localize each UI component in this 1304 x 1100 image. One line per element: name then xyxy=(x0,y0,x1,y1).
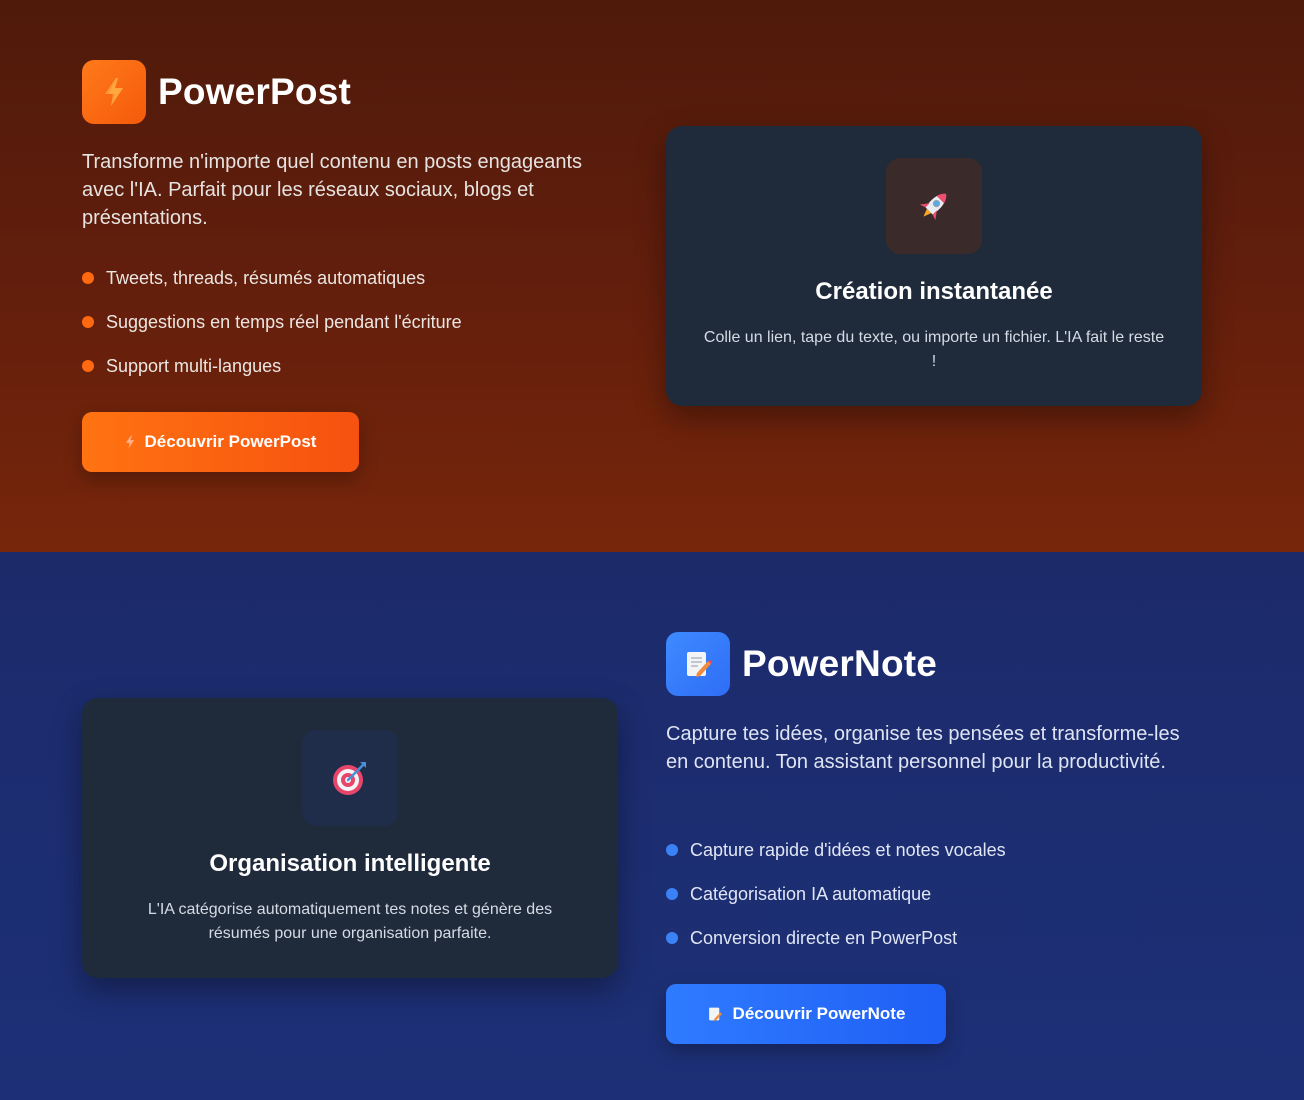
bullet-dot-icon xyxy=(666,932,678,944)
feature-item: Conversion directe en PowerPost xyxy=(666,916,1006,960)
feature-item: Support multi-langues xyxy=(82,344,462,388)
powernote-feature-list: Capture rapide d'idées et notes vocales … xyxy=(666,828,1006,960)
feature-item: Suggestions en temps réel pendant l'écri… xyxy=(82,300,462,344)
card-title: Organisation intelligente xyxy=(209,850,491,877)
card-title: Création instantanée xyxy=(815,278,1053,305)
feature-card-instant-creation: Création instantanée Colle un lien, tape… xyxy=(666,126,1202,406)
powernote-brand: PowerNote xyxy=(666,632,937,696)
powernote-description: Capture tes idées, organise tes pensées … xyxy=(666,723,1180,773)
feature-label: Catégorisation IA automatique xyxy=(690,883,932,904)
cta-label: Découvrir PowerPost xyxy=(144,432,317,451)
feature-card-smart-organization: Organisation intelligente L'IA catégoris… xyxy=(82,698,618,978)
card-text: Colle un lien, tape du texte, ou importe… xyxy=(703,329,1165,370)
lightning-icon xyxy=(125,435,135,449)
bullet-dot-icon xyxy=(82,272,94,284)
memo-icon xyxy=(707,1005,723,1023)
lightning-icon xyxy=(82,60,146,124)
powerpost-title: PowerPost xyxy=(158,71,352,112)
powernote-title: PowerNote xyxy=(742,643,938,684)
feature-item: Capture rapide d'idées et notes vocales xyxy=(666,828,1006,872)
feature-item: Catégorisation IA automatique xyxy=(666,872,1006,916)
bullet-dot-icon xyxy=(666,844,678,856)
rocket-icon xyxy=(886,158,982,254)
feature-item: Tweets, threads, résumés automatiques xyxy=(82,256,462,300)
discover-powerpost-button[interactable]: Découvrir PowerPost xyxy=(82,412,359,472)
powerpost-description: Transforme n'importe quel contenu en pos… xyxy=(82,151,583,229)
target-icon xyxy=(302,730,398,826)
feature-label: Tweets, threads, résumés automatiques xyxy=(106,267,426,288)
feature-label: Capture rapide d'idées et notes vocales xyxy=(690,839,1006,860)
feature-label: Suggestions en temps réel pendant l'écri… xyxy=(106,311,462,332)
bullet-dot-icon xyxy=(82,316,94,328)
card-text: L'IA catégorise automatiquement tes note… xyxy=(147,901,553,942)
powernote-section: Organisation intelligente L'IA catégoris… xyxy=(0,552,1304,1100)
discover-powernote-button[interactable]: Découvrir PowerNote xyxy=(666,984,946,1044)
bullet-dot-icon xyxy=(82,360,94,372)
feature-label: Support multi-langues xyxy=(106,355,282,376)
feature-label: Conversion directe en PowerPost xyxy=(690,927,958,948)
bullet-dot-icon xyxy=(666,888,678,900)
powerpost-section: PowerPost Transforme n'importe quel cont… xyxy=(0,0,1304,552)
memo-icon xyxy=(666,632,730,696)
cta-label: Découvrir PowerNote xyxy=(732,1004,906,1023)
powerpost-brand: PowerPost xyxy=(82,60,351,124)
powerpost-feature-list: Tweets, threads, résumés automatiques Su… xyxy=(82,256,462,388)
